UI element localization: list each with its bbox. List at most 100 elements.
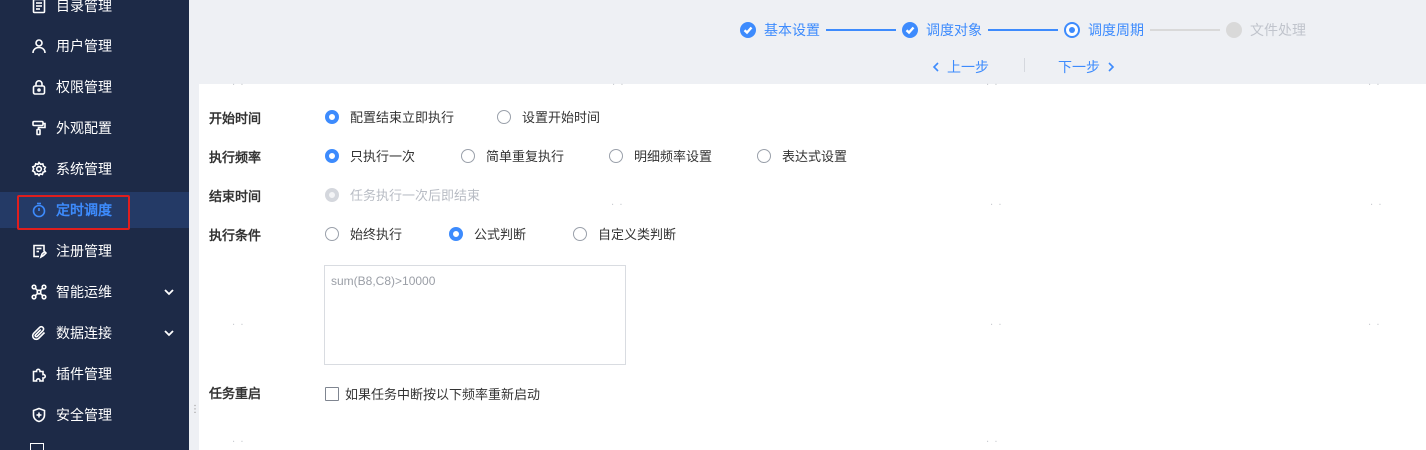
end-after-once-radio: 任务执行一次后即结束 bbox=[325, 185, 480, 204]
radio-circle bbox=[449, 226, 463, 241]
background-dots: · · bbox=[1368, 80, 1381, 91]
sidebar-item-label: 系统管理 bbox=[56, 162, 112, 178]
sidebar-item-system[interactable]: 系统管理 bbox=[0, 151, 189, 187]
chevron-right-icon bbox=[1108, 62, 1115, 72]
checkbox-box bbox=[325, 386, 339, 401]
sidebar-resize-handle[interactable]: ⋮ bbox=[190, 405, 200, 422]
step-connector bbox=[826, 29, 896, 31]
start-time-label: 开始时间 bbox=[209, 112, 262, 127]
background-dots: · · bbox=[1368, 320, 1381, 331]
step-schedule-period[interactable]: 调度周期 bbox=[1064, 20, 1144, 40]
custom-class-radio[interactable]: 自定义类判断 bbox=[573, 224, 676, 243]
background-dots: · · bbox=[990, 200, 1003, 211]
step-file-processing[interactable]: 文件处理 bbox=[1226, 20, 1306, 40]
background-dots: · · bbox=[986, 437, 999, 448]
expression-radio[interactable]: 表达式设置 bbox=[757, 146, 847, 165]
register-icon bbox=[30, 242, 48, 260]
background-dots: · · bbox=[1370, 200, 1383, 211]
gear-icon bbox=[30, 160, 48, 178]
check-icon bbox=[740, 22, 756, 38]
shield-icon bbox=[30, 406, 48, 424]
catalog-icon bbox=[30, 0, 48, 15]
sidebar-item-security[interactable]: 安全管理 bbox=[0, 397, 189, 433]
prev-step-button[interactable]: 上一步 bbox=[931, 57, 989, 77]
formula-input[interactable]: sum(B8,C8)>10000 bbox=[324, 265, 626, 365]
radio-circle bbox=[325, 187, 339, 202]
chevron-down-icon bbox=[163, 286, 175, 298]
background-dots: · · bbox=[232, 320, 245, 331]
sidebar-item-label: 用户管理 bbox=[56, 39, 112, 55]
run-once-radio[interactable]: 只执行一次 bbox=[325, 146, 415, 165]
sidebar-item-label: 外观配置 bbox=[56, 121, 112, 137]
radio-circle bbox=[497, 109, 511, 124]
sidebar-item-label: 权限管理 bbox=[56, 80, 112, 96]
chevron-down-icon bbox=[163, 327, 175, 339]
background-dots: · · bbox=[232, 80, 245, 91]
network-icon bbox=[30, 283, 48, 301]
sidebar-item-catalog[interactable]: 目录管理 bbox=[0, 0, 189, 24]
background-dots: · · bbox=[612, 80, 625, 91]
radio-circle bbox=[325, 148, 339, 163]
radio-circle bbox=[325, 226, 339, 241]
check-icon bbox=[902, 22, 918, 38]
start-immediate-radio[interactable]: 配置结束立即执行 bbox=[325, 107, 454, 126]
step-label: 调度周期 bbox=[1088, 23, 1144, 39]
step-connector bbox=[1150, 29, 1220, 31]
step-label: 文件处理 bbox=[1250, 23, 1306, 39]
puzzle-icon bbox=[30, 365, 48, 383]
sidebar-item-label: 目录管理 bbox=[56, 0, 112, 15]
radio-circle bbox=[609, 148, 623, 163]
nav-divider bbox=[1024, 58, 1025, 72]
step-basic-settings[interactable]: 基本设置 bbox=[740, 20, 820, 40]
radio-circle bbox=[757, 148, 771, 163]
paperclip-icon bbox=[30, 324, 48, 342]
formula-value: sum(B8,C8)>10000 bbox=[331, 274, 436, 288]
sidebar-item-ops[interactable]: 智能运维 bbox=[0, 274, 189, 310]
step-schedule-object[interactable]: 调度对象 bbox=[902, 20, 982, 40]
steps-header bbox=[189, 0, 1426, 84]
formula-judge-radio[interactable]: 公式判断 bbox=[449, 224, 526, 243]
next-step-button[interactable]: 下一步 bbox=[1058, 57, 1116, 77]
step-label: 调度对象 bbox=[926, 23, 982, 39]
radio-circle bbox=[461, 148, 475, 163]
lock-icon bbox=[30, 78, 48, 96]
sidebar-item-scheduler[interactable]: 定时调度 bbox=[0, 192, 189, 228]
current-step-icon bbox=[1064, 22, 1080, 38]
step-connector bbox=[988, 29, 1058, 31]
always-run-radio[interactable]: 始终执行 bbox=[325, 224, 402, 243]
frequency-label: 执行频率 bbox=[209, 151, 262, 166]
radio-circle bbox=[325, 109, 339, 124]
user-icon bbox=[30, 37, 48, 55]
background-dots: · · bbox=[232, 437, 245, 448]
sidebar-item-users[interactable]: 用户管理 bbox=[0, 28, 189, 64]
sidebar-item-partial-icon bbox=[30, 443, 44, 450]
sidebar-item-permissions[interactable]: 权限管理 bbox=[0, 69, 189, 105]
background-dots: · · bbox=[986, 80, 999, 91]
simple-repeat-radio[interactable]: 简单重复执行 bbox=[461, 146, 564, 165]
sidebar-item-label: 定时调度 bbox=[56, 203, 112, 219]
sidebar-item-registration[interactable]: 注册管理 bbox=[0, 233, 189, 269]
restart-label: 任务重启 bbox=[209, 387, 262, 402]
end-time-label: 结束时间 bbox=[209, 190, 262, 205]
sidebar-item-plugins[interactable]: 插件管理 bbox=[0, 356, 189, 392]
sidebar-item-label: 安全管理 bbox=[56, 408, 112, 424]
sidebar-item-label: 智能运维 bbox=[56, 285, 112, 301]
sidebar-item-appearance[interactable]: 外观配置 bbox=[0, 110, 189, 146]
detailed-frequency-radio[interactable]: 明细频率设置 bbox=[609, 146, 712, 165]
background-dots: · · bbox=[990, 320, 1003, 331]
sidebar-item-label: 注册管理 bbox=[56, 244, 112, 260]
background-dots: · · bbox=[611, 200, 624, 211]
radio-circle bbox=[573, 226, 587, 241]
sidebar: 目录管理 用户管理 权限管理 外观配置 系统管理 定时调度 注册管理 智能运维 … bbox=[0, 0, 189, 450]
paint-roller-icon bbox=[30, 119, 48, 137]
condition-label: 执行条件 bbox=[209, 229, 262, 244]
chevron-left-icon bbox=[932, 62, 939, 72]
sidebar-item-label: 数据连接 bbox=[56, 326, 112, 342]
step-progress: 基本设置 调度对象 调度周期 文件处理 bbox=[740, 20, 1306, 40]
pending-step-icon bbox=[1226, 22, 1242, 38]
step-label: 基本设置 bbox=[764, 23, 820, 39]
sidebar-item-data-connection[interactable]: 数据连接 bbox=[0, 315, 189, 351]
sidebar-item-label: 插件管理 bbox=[56, 367, 112, 383]
set-start-time-radio[interactable]: 设置开始时间 bbox=[497, 107, 600, 126]
restart-checkbox[interactable]: 如果任务中断按以下频率重新启动 bbox=[325, 384, 540, 403]
